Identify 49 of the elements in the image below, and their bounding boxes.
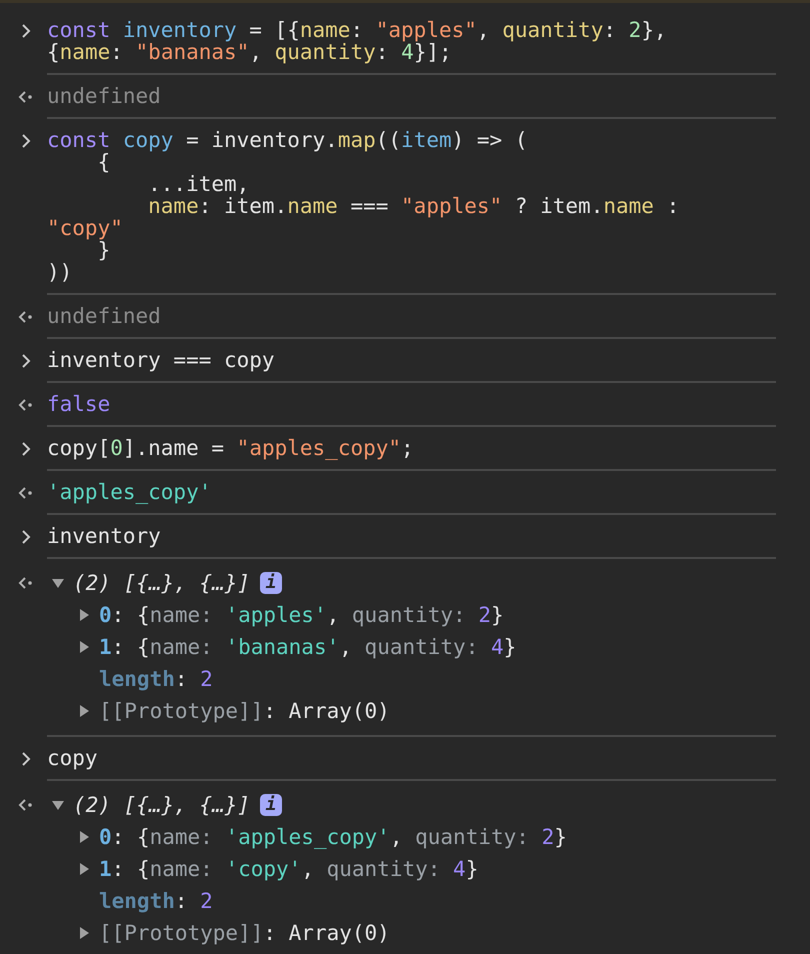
- result-icon: [16, 485, 34, 501]
- property-text: length: 2: [99, 889, 213, 913]
- info-badge[interactable]: i: [260, 572, 282, 594]
- prompt-icon: [20, 529, 32, 545]
- property-text: [[Prototype]]: Array(0): [99, 921, 390, 945]
- code-line: copy[0].name = "apples_copy";: [47, 437, 415, 459]
- property-text: [[Prototype]]: Array(0): [99, 699, 390, 723]
- expand-triangle-icon[interactable]: [77, 608, 91, 622]
- result-value: undefined: [47, 85, 162, 107]
- code-line: const inventory = [{name: "apples", quantity: 2},: [47, 19, 668, 41]
- expand-triangle-icon[interactable]: [77, 926, 91, 940]
- code-line: "copy": [47, 217, 124, 239]
- code-line: name: item.name === "apples" ? item.name :: [147, 195, 680, 217]
- code-line: const copy = inventory.map((item) => (: [47, 129, 528, 151]
- result-value: false: [47, 393, 112, 415]
- result-icon: [16, 575, 34, 591]
- info-badge[interactable]: i: [260, 794, 282, 816]
- array-summary: (2) [{…}, {…}]: [73, 793, 250, 817]
- collapse-triangle-icon[interactable]: [51, 798, 65, 812]
- code-line: {name: "bananas", quantity: 4}];: [47, 41, 452, 63]
- prompt-icon: [20, 751, 32, 767]
- result-value: 'apples_copy': [47, 481, 212, 503]
- expand-triangle-icon[interactable]: [77, 640, 91, 654]
- expand-triangle-icon[interactable]: [77, 830, 91, 844]
- code-line: ...item,: [147, 173, 250, 195]
- result-icon: [16, 89, 34, 105]
- prompt-icon: [20, 133, 32, 149]
- code-line: }: [98, 239, 110, 261]
- result-icon: [16, 797, 34, 813]
- prompt-icon: [20, 353, 32, 369]
- code-line: )): [47, 261, 74, 283]
- result-value: undefined: [47, 305, 162, 327]
- expand-triangle-icon[interactable]: [77, 704, 91, 718]
- property-text: length: 2: [99, 667, 213, 691]
- result-icon: [16, 309, 34, 325]
- code-line: inventory: [47, 525, 162, 547]
- property-text: 1: {name: 'copy', quantity: 4}: [99, 857, 478, 881]
- property-text: 0: {name: 'apples', quantity: 2}: [99, 603, 504, 627]
- array-summary: (2) [{…}, {…}]: [73, 571, 250, 595]
- property-text: 0: {name: 'apples_copy', quantity: 2}: [99, 825, 567, 849]
- collapse-triangle-icon[interactable]: [51, 576, 65, 590]
- prompt-icon: [20, 23, 32, 39]
- code-line: inventory === copy: [47, 349, 276, 371]
- expand-triangle-icon[interactable]: [77, 862, 91, 876]
- code-line: {: [96, 151, 112, 173]
- prompt-icon: [20, 441, 32, 457]
- property-text: 1: {name: 'bananas', quantity: 4}: [99, 635, 516, 659]
- result-icon: [16, 397, 34, 413]
- code-line: copy: [47, 747, 99, 769]
